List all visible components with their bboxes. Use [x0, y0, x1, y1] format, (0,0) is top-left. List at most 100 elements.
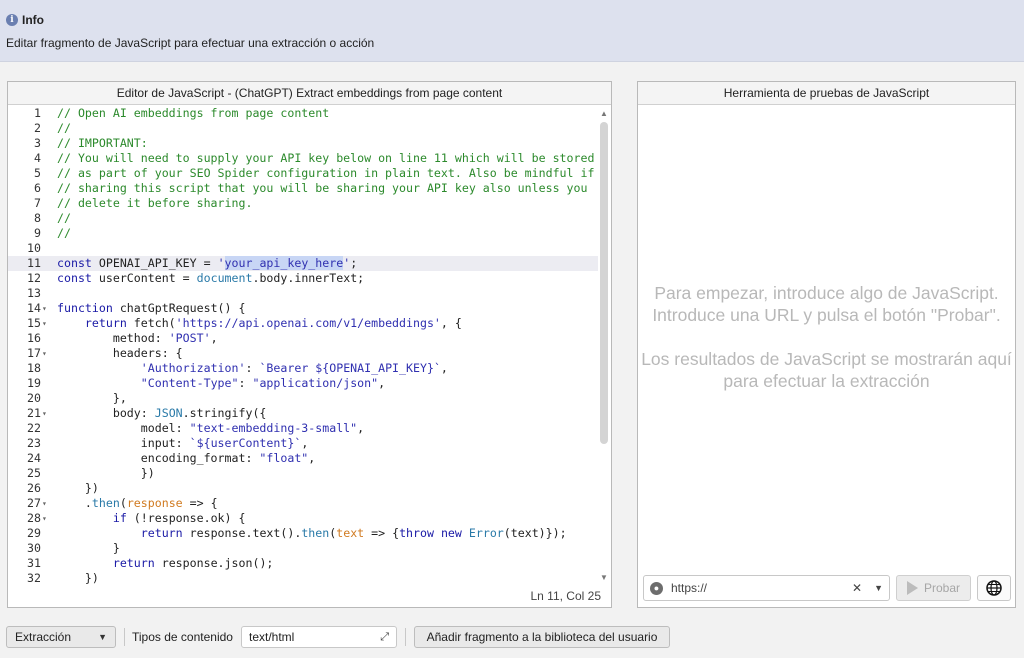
code-token: OPENAI_API_KEY =: [98, 256, 218, 270]
code-text: // delete it before sharing.: [57, 196, 252, 211]
code-token: document: [196, 271, 253, 285]
tester-title: Herramienta de pruebas de JavaScript: [638, 82, 1015, 105]
javascript-editor-panel: Editor de JavaScript - (ChatGPT) Extract…: [7, 81, 612, 608]
code-text: body: JSON.stringify({: [57, 406, 267, 421]
code-token: :: [238, 376, 253, 390]
fold-arrow-icon[interactable]: ▾: [42, 316, 47, 331]
code-line[interactable]: 25 }): [8, 466, 598, 481]
code-token: 'POST': [168, 331, 211, 345]
code-token: ': [217, 256, 225, 270]
code-line[interactable]: 11 const OPENAI_API_KEY = 'your_api_key_h…: [8, 256, 598, 271]
fold-arrow-icon[interactable]: ▾: [42, 406, 47, 421]
code-line[interactable]: 29 return response.text().then(text => {…: [8, 526, 598, 541]
code-line[interactable]: 1 // Open AI embeddings from page content: [8, 106, 598, 121]
line-number: 25: [27, 466, 41, 480]
code-token: ,: [308, 451, 316, 465]
info-title: Info: [22, 13, 44, 27]
editor-scrollbar[interactable]: ▲ ▼: [599, 110, 609, 582]
code-token: .stringify({: [182, 406, 267, 420]
fold-arrow-icon[interactable]: ▾: [42, 496, 47, 511]
scroll-thumb[interactable]: [600, 122, 608, 444]
placeholder-results: Los resultados de JavaScript se mostrará…: [641, 349, 1012, 391]
code-line[interactable]: 31 return response.json();: [8, 556, 598, 571]
code-text: model: "text-embedding-3-small",: [57, 421, 364, 436]
code-line[interactable]: 24 encoding_format: "float",: [8, 451, 598, 466]
add-to-library-button[interactable]: Añadir fragmento a la biblioteca del usu…: [414, 626, 670, 648]
scroll-down-arrow-icon[interactable]: ▼: [599, 574, 609, 582]
code-line[interactable]: 6 // sharing this script that you will be…: [8, 181, 598, 196]
code-token: encoding_format:: [57, 451, 260, 465]
code-token: => {: [182, 496, 218, 510]
code-token: const: [57, 271, 99, 285]
code-text: //: [57, 226, 71, 241]
code-line[interactable]: 30 }: [8, 541, 598, 556]
line-number: 15: [27, 316, 41, 330]
code-line[interactable]: 2 //: [8, 121, 598, 136]
line-number: 7: [34, 196, 41, 210]
code-token: // Open AI embeddings from page content: [57, 106, 330, 120]
code-text: if (!response.ok) {: [57, 511, 246, 526]
url-input[interactable]: [671, 581, 853, 595]
code-text: return fetch('https://api.openai.com/v1/…: [57, 316, 462, 331]
line-number: 24: [27, 451, 41, 465]
expand-icon[interactable]: ⤢: [380, 631, 389, 644]
code-line[interactable]: 27 ▾ .then(response => {: [8, 496, 598, 511]
line-number: 27: [27, 496, 41, 510]
fold-arrow-icon[interactable]: ▾: [42, 301, 47, 316]
code-line[interactable]: 19 "Content-Type": "application/json",: [8, 376, 598, 391]
line-number: 11: [27, 256, 41, 270]
code-lines[interactable]: 1 // Open AI embeddings from page content…: [8, 106, 598, 586]
code-line[interactable]: 28 ▾ if (!response.ok) {: [8, 511, 598, 526]
line-number: 28: [27, 511, 41, 525]
code-line[interactable]: 9 //: [8, 226, 598, 241]
fold-arrow-icon[interactable]: ▾: [42, 346, 47, 361]
type-select[interactable]: Extracción ▼: [6, 626, 116, 648]
code-line[interactable]: 20 },: [8, 391, 598, 406]
code-token: then: [301, 526, 330, 540]
content-types-field[interactable]: text/html ⤢: [241, 626, 397, 648]
code-line[interactable]: 7 // delete it before sharing.: [8, 196, 598, 211]
code-token: .body.innerText;: [252, 271, 365, 285]
url-bar[interactable]: ● ✕ ▼: [643, 575, 890, 601]
info-description: Editar fragmento de JavaScript para efec…: [6, 36, 375, 50]
line-number: 20: [27, 391, 41, 405]
code-text: // Open AI embeddings from page content: [57, 106, 329, 121]
line-number: 6: [34, 181, 41, 195]
code-token: ,: [301, 436, 309, 450]
code-token: return: [140, 526, 190, 540]
code-line[interactable]: 17 ▾ headers: {: [8, 346, 598, 361]
browser-button[interactable]: [977, 575, 1011, 601]
code-line[interactable]: 8 //: [8, 211, 598, 226]
code-editor[interactable]: 1 // Open AI embeddings from page content…: [8, 106, 611, 586]
line-number: 5: [34, 166, 41, 180]
code-line[interactable]: 23 input: `${userContent}`,: [8, 436, 598, 451]
code-line[interactable]: 4 // You will need to supply your API key…: [8, 151, 598, 166]
code-line[interactable]: 22 model: "text-embedding-3-small",: [8, 421, 598, 436]
line-number: 23: [27, 436, 41, 450]
fold-arrow-icon[interactable]: ▾: [42, 511, 47, 526]
probar-button[interactable]: Probar: [896, 575, 971, 601]
scroll-up-arrow-icon[interactable]: ▲: [599, 110, 609, 118]
code-line[interactable]: 16 method: 'POST',: [8, 331, 598, 346]
code-text: }: [57, 541, 120, 556]
code-text: return response.text().then(text => {thr…: [57, 526, 567, 541]
info-header: i Info: [6, 12, 44, 28]
code-line[interactable]: 32 }): [8, 571, 598, 586]
code-text: encoding_format: "float",: [57, 451, 316, 466]
code-line[interactable]: 10: [8, 241, 598, 256]
code-token: const: [57, 256, 99, 270]
code-line[interactable]: 15 ▾ return fetch('https://api.openai.com…: [8, 316, 598, 331]
code-line[interactable]: 21 ▾ body: JSON.stringify({: [8, 406, 598, 421]
code-line[interactable]: 18 'Authorization': `Bearer ${OPENAI_API…: [8, 361, 598, 376]
code-line[interactable]: 13: [8, 286, 598, 301]
code-line[interactable]: 26 }): [8, 481, 598, 496]
code-line[interactable]: 14 ▾ function chatGptRequest() {: [8, 301, 598, 316]
code-line[interactable]: 3 // IMPORTANT:: [8, 136, 598, 151]
code-line[interactable]: 5 // as part of your SEO Spider configura…: [8, 166, 598, 181]
code-token: input:: [57, 436, 190, 450]
code-line[interactable]: 12 const userContent = document.body.inne…: [8, 271, 598, 286]
chevron-down-icon[interactable]: ▼: [874, 583, 883, 593]
code-text: }): [57, 466, 155, 481]
clear-icon[interactable]: ✕: [852, 581, 862, 595]
